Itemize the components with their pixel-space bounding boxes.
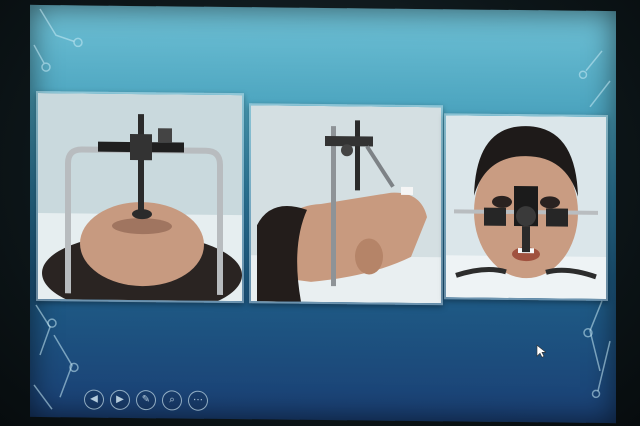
slide-toolbar: ◀ ▶ ✎ ⌕ ⋯ <box>84 389 208 411</box>
photo-side-image <box>251 105 441 304</box>
more-icon[interactable]: ⋯ <box>188 390 208 411</box>
zoom-icon[interactable]: ⌕ <box>162 390 182 411</box>
photo-front-image <box>446 115 606 299</box>
projection-screen: ◀ ▶ ✎ ⌕ ⋯ <box>30 4 616 424</box>
mouse-cursor-icon <box>536 344 546 358</box>
photo-front-top-image <box>38 93 242 302</box>
photo-side-view <box>249 103 443 306</box>
photo-front-view <box>444 113 608 301</box>
photo-front-top-view <box>36 90 244 304</box>
next-icon[interactable]: ▶ <box>110 389 130 410</box>
pen-icon[interactable]: ✎ <box>136 390 156 411</box>
prev-icon[interactable]: ◀ <box>84 389 104 410</box>
